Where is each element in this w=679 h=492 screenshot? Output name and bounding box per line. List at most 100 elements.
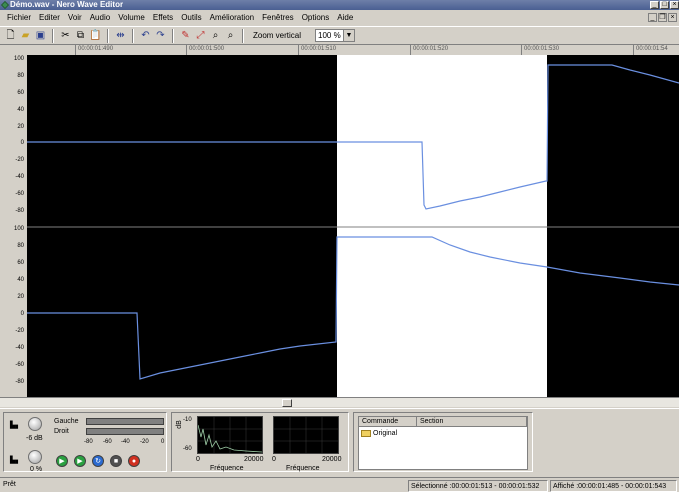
axis-label: 100 <box>13 226 24 232</box>
menu-volume[interactable]: Volume <box>114 11 149 25</box>
spectrum-analyzer-right <box>273 416 339 454</box>
menu-audio[interactable]: Audio <box>86 11 114 25</box>
meter-tick: -80 <box>84 439 93 445</box>
menu-outils[interactable]: Outils <box>177 11 205 25</box>
axis-label: -60 <box>15 191 24 197</box>
mixer-panel: ▙▖ -6 dB ▙▖ 0 % Gauche Droit -80 -60 -40… <box>3 412 167 473</box>
record-icon[interactable]: ● <box>128 455 140 467</box>
menu-effets[interactable]: Effets <box>149 11 177 25</box>
menu-aide[interactable]: Aide <box>333 11 357 25</box>
axis-label: 100 <box>13 56 24 62</box>
volume-knob[interactable] <box>28 417 42 431</box>
ruler-tick <box>75 45 76 55</box>
zoom-vertical-label: Zoom vertical <box>253 31 302 40</box>
axis-label: 20 <box>17 294 24 300</box>
freq-tick: 20000 <box>244 456 264 463</box>
axis-label: 40 <box>17 107 24 113</box>
toolbar-separator <box>52 28 54 43</box>
new-file-icon[interactable]: 🗋 <box>4 29 17 42</box>
meter-tick: -40 <box>121 439 130 445</box>
fit-width-icon[interactable]: ⇹ <box>114 29 127 42</box>
axis-label: -20 <box>15 328 24 334</box>
save-icon[interactable]: ▣ <box>34 29 47 42</box>
meter-tick: -60 <box>103 439 112 445</box>
pan-knob[interactable] <box>28 450 42 464</box>
right-channel-label: Droit <box>54 428 69 435</box>
doc-restore-button[interactable]: ❐ <box>658 13 667 22</box>
folder-icon <box>361 430 371 437</box>
chevron-down-icon[interactable]: ▼ <box>343 30 355 41</box>
spectrum-panel: dB -10 -60 0 20000 0 20000 Fréquence Fré… <box>171 412 349 472</box>
toolbar-separator <box>107 28 109 43</box>
axis-label: 80 <box>17 243 24 249</box>
status-displayed: Affiché :00:00:01:485 - 00:00:01:543 <box>550 480 677 492</box>
axis-label: -80 <box>15 208 24 214</box>
stop-icon[interactable]: ■ <box>110 455 122 467</box>
menu-editer[interactable]: Editer <box>35 11 64 25</box>
freq-tick: 0 <box>196 456 200 463</box>
doc-close-button[interactable]: × <box>668 13 677 22</box>
freq-tick: 0 <box>272 456 276 463</box>
menu-fichier[interactable]: Fichier <box>3 11 35 25</box>
axis-label: 60 <box>17 260 24 266</box>
ruler-tick <box>410 45 411 55</box>
horizontal-scrollbar[interactable] <box>0 397 679 407</box>
waveform-view[interactable] <box>0 55 679 397</box>
toolbar-separator <box>242 28 244 43</box>
volume-icon: ▙▖ <box>10 422 21 429</box>
loop-icon[interactable]: ↻ <box>92 455 104 467</box>
list-item[interactable]: Original <box>361 430 397 437</box>
db-tick: -60 <box>183 446 192 452</box>
amplitude-axis: 100 80 60 40 20 0 -20 -40 -60 -80 100 80… <box>0 55 27 397</box>
axis-label: 40 <box>17 277 24 283</box>
cut-icon[interactable]: ✂ <box>59 29 72 42</box>
open-folder-icon[interactable]: ▰ <box>19 29 32 42</box>
ruler-tick <box>298 45 299 55</box>
zoom-in-icon[interactable]: ⤢ <box>194 29 207 42</box>
ruler-label: 00:00:01:510 <box>300 45 337 53</box>
time-ruler[interactable]: 00:00:01:490 00:00:01:500 00:00:01:510 0… <box>0 45 679 55</box>
copy-icon[interactable]: ⧉ <box>74 29 87 42</box>
volume-value: -6 dB <box>26 435 43 442</box>
status-ready: Prêt <box>3 481 16 488</box>
menu-options[interactable]: Options <box>298 11 334 25</box>
undo-icon[interactable]: ↶ <box>139 29 152 42</box>
pan-icon: ▙▖ <box>10 457 21 464</box>
history-list[interactable]: Commande Section Original <box>358 416 528 470</box>
column-header-commande[interactable]: Commande <box>359 417 417 427</box>
doc-minimize-button[interactable]: _ <box>648 13 657 22</box>
ruler-tick <box>633 45 634 55</box>
ruler-tick <box>521 45 522 55</box>
scrollbar-thumb[interactable] <box>282 399 292 407</box>
zoom-fit-icon[interactable]: ⌕ <box>224 29 237 42</box>
minimize-button[interactable]: _ <box>650 1 659 9</box>
axis-label: 20 <box>17 124 24 130</box>
menu-amelioration[interactable]: Amélioration <box>206 11 258 25</box>
window-title: Démo.wav - Nero Wave Editor <box>10 0 124 9</box>
ruler-label: 00:00:01:520 <box>412 45 449 53</box>
list-item-label: Original <box>373 430 398 437</box>
document-window-controls: _ ❐ × <box>648 13 677 22</box>
ruler-label: 00:00:01:530 <box>523 45 560 53</box>
ruler-label: 00:00:01:500 <box>188 45 225 53</box>
close-button[interactable]: × <box>670 1 679 9</box>
menu-fenetres[interactable]: Fenêtres <box>258 11 298 25</box>
zoom-vertical-select[interactable]: 100 % ▼ <box>315 29 356 42</box>
marker-icon[interactable]: ✎ <box>179 29 192 42</box>
zoom-out-icon[interactable]: ⌕ <box>209 29 222 42</box>
ruler-label: 00:00:01:54 <box>635 45 668 53</box>
db-tick: -10 <box>183 417 192 423</box>
paste-icon[interactable]: 📋 <box>89 29 102 42</box>
selection-highlight[interactable] <box>337 55 547 397</box>
column-header-section[interactable]: Section <box>417 417 527 427</box>
toolbar-separator <box>172 28 174 43</box>
redo-icon[interactable]: ↷ <box>154 29 167 42</box>
play-selection-icon[interactable]: ▶ <box>74 455 86 467</box>
menu-voir[interactable]: Voir <box>64 11 86 25</box>
maximize-button[interactable]: □ <box>660 1 669 9</box>
axis-label: 60 <box>17 90 24 96</box>
status-bar: Prêt Sélectionné :00:00:01:513 - 00:00:0… <box>0 477 679 492</box>
axis-label: 0 <box>20 140 24 146</box>
freq-tick: 20000 <box>322 456 342 463</box>
play-icon[interactable]: ▶ <box>56 455 68 467</box>
